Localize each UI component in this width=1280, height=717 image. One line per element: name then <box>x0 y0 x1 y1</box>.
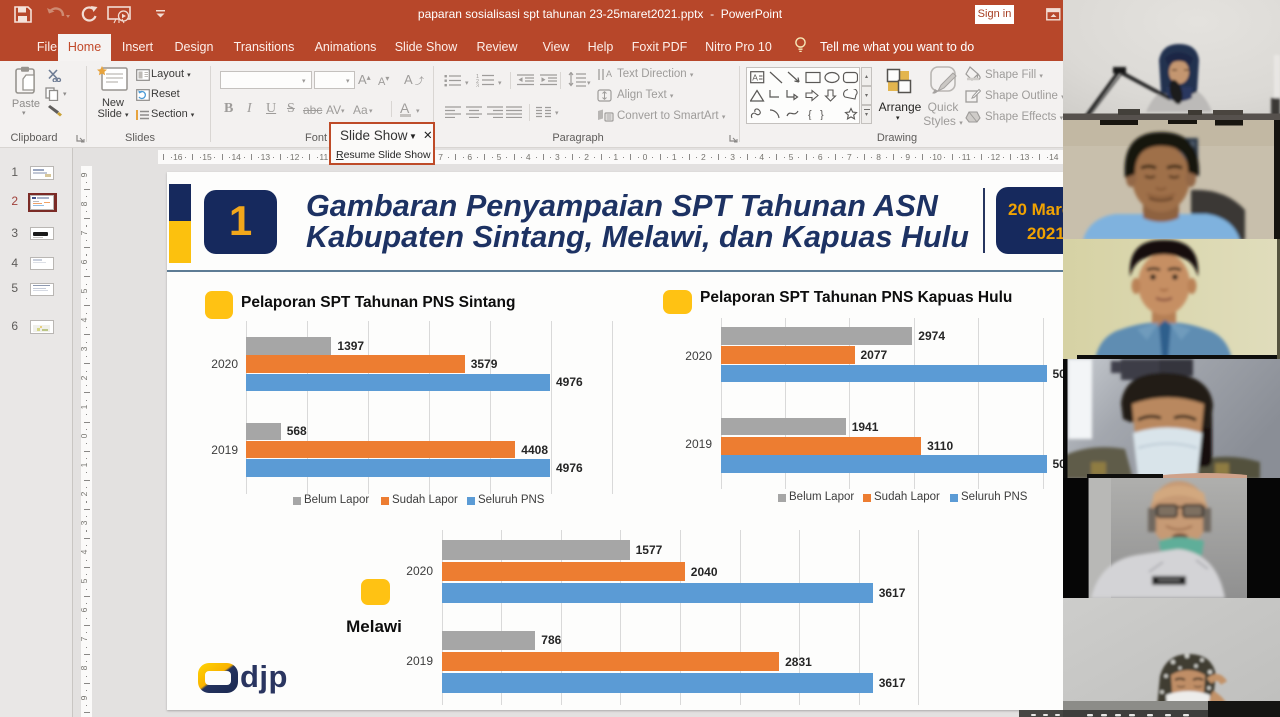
svg-text:}: } <box>820 109 824 120</box>
svg-text:A: A <box>606 69 612 79</box>
svg-text:3: 3 <box>476 84 479 87</box>
svg-text:{: { <box>808 109 812 120</box>
svg-text:A: A <box>752 73 758 83</box>
